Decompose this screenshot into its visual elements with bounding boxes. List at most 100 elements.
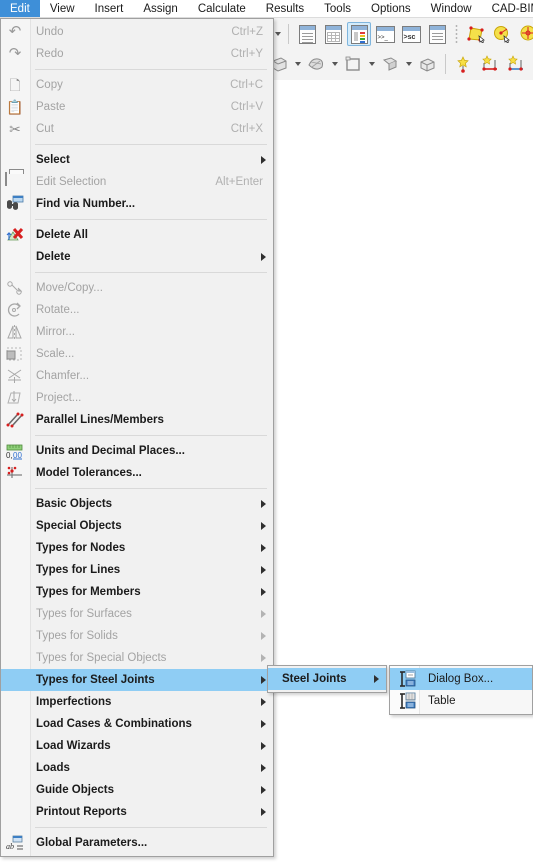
- paste-icon: 📋: [6, 99, 24, 115]
- new-member-icon[interactable]: [504, 52, 528, 76]
- menu-item-label: Mirror...: [36, 326, 75, 338]
- circle-target-icon[interactable]: [516, 22, 533, 46]
- menu-item-model-tolerances[interactable]: Model Tolerances...: [1, 462, 273, 484]
- chevron-right-icon: [261, 764, 266, 772]
- menu-item-guide-objects[interactable]: Guide Objects: [1, 779, 273, 801]
- menu-item-label: Paste: [36, 101, 66, 113]
- report-icon[interactable]: [425, 22, 449, 46]
- menu-item-types-for-members[interactable]: Types for Members: [1, 581, 273, 603]
- menu-item-types-for-surfaces[interactable]: Types for Surfaces: [1, 603, 273, 625]
- table-grid-icon[interactable]: [321, 22, 345, 46]
- menu-item-select[interactable]: Select: [1, 149, 273, 171]
- mesh-icon[interactable]: [304, 52, 328, 76]
- menu-item-chamfer[interactable]: Chamfer...: [1, 365, 273, 387]
- menu-item-parallel-lines-members[interactable]: Parallel Lines/Members: [1, 409, 273, 431]
- new-node-glyph: [457, 56, 469, 73]
- surface-rotate-icon[interactable]: [378, 52, 402, 76]
- menu-item-types-for-special-objects[interactable]: Types for Special Objects: [1, 647, 273, 669]
- menu-item-imperfections[interactable]: Imperfections: [1, 691, 273, 713]
- menubar-item-calculate[interactable]: Calculate: [188, 0, 256, 17]
- menu-item-units-and-decimal-places[interactable]: 0, 00 Units and Decimal Places...: [1, 440, 273, 462]
- chevron-right-icon: [261, 544, 266, 552]
- menu-item-label: Move/Copy...: [36, 282, 103, 294]
- mesh-dropdown-arrow[interactable]: [329, 52, 340, 76]
- table-color-icon[interactable]: [347, 22, 371, 46]
- cmd-prompt-label: >>_: [377, 34, 388, 41]
- frame-dropdown-arrow[interactable]: [366, 52, 377, 76]
- menu-item-loads[interactable]: Loads: [1, 757, 273, 779]
- menubar-label: Results: [265, 2, 305, 15]
- menubar-item-options[interactable]: Options: [361, 0, 421, 17]
- menu-item-edit-selection[interactable]: Edit Selection Alt+Enter: [1, 171, 273, 193]
- menubar-item-view[interactable]: View: [40, 0, 85, 17]
- chevron-right-icon: [261, 654, 266, 662]
- surface-rotate-glyph: [382, 57, 398, 71]
- table-list-icon[interactable]: [295, 22, 319, 46]
- command-prompt-icon[interactable]: >>_: [373, 22, 397, 46]
- menu-item-types-for-solids[interactable]: Types for Solids: [1, 625, 273, 647]
- script-sc-label: >sc: [403, 33, 416, 41]
- menu-item-delete-all[interactable]: Delete All: [1, 224, 273, 246]
- menubar-label: Assign: [143, 2, 178, 15]
- menu-item-label: Special Objects: [36, 520, 122, 532]
- menu-item-types-for-steel-joints[interactable]: Types for Steel Joints: [1, 669, 273, 691]
- frame-icon[interactable]: [341, 52, 365, 76]
- chevron-right-icon: [261, 610, 266, 618]
- menubar-label: Insert: [94, 2, 124, 15]
- menu-item-special-objects[interactable]: Special Objects: [1, 515, 273, 537]
- menubar-item-tools[interactable]: Tools: [314, 0, 361, 17]
- box-icon[interactable]: [415, 52, 439, 76]
- new-line-icon[interactable]: [478, 52, 502, 76]
- menu-item-find-via-number[interactable]: Find via Number...: [1, 193, 273, 215]
- polygon-surface-glyph: [467, 26, 485, 43]
- menubar-item-results[interactable]: Results: [256, 0, 314, 17]
- menu-item-types-for-nodes[interactable]: Types for Nodes: [1, 537, 273, 559]
- chevron-right-icon: [261, 500, 266, 508]
- menu-item-redo[interactable]: ↷ Redo Ctrl+Y: [1, 43, 273, 65]
- menu-item-undo[interactable]: ↶ Undo Ctrl+Z: [1, 21, 273, 43]
- menu-item-cut[interactable]: ✂ Cut Ctrl+X: [1, 118, 273, 140]
- toolbar-separator-2: [445, 54, 446, 74]
- menu-item-global-parameters[interactable]: ab Global Parameters...: [1, 832, 273, 854]
- box-glyph: [420, 58, 435, 72]
- surface-dropdown-arrow[interactable]: [403, 52, 414, 76]
- submenu-item-dialog-box[interactable]: Dialog Box...: [390, 668, 532, 690]
- menu-item-load-cases-combinations[interactable]: Load Cases & Combinations: [1, 713, 273, 735]
- script-sc-icon[interactable]: >sc: [399, 22, 423, 46]
- toolbar-row-2: [266, 50, 533, 78]
- application-window: >>_ >sc Edit View Insert Assign Calculat…: [0, 0, 533, 863]
- mesh-glyph: [308, 58, 323, 70]
- chevron-right-icon: [261, 742, 266, 750]
- scale-icon: [5, 345, 25, 363]
- toolbar-row-1: >>_ >sc: [272, 20, 533, 48]
- circle-select-icon[interactable]: [490, 22, 514, 46]
- submenu-item-steel-joints[interactable]: Steel Joints: [268, 668, 386, 690]
- menu-item-delete[interactable]: Delete: [1, 246, 273, 268]
- menubar-label: Tools: [324, 2, 352, 15]
- solid-dropdown-arrow[interactable]: [292, 52, 303, 76]
- menu-item-project[interactable]: Project...: [1, 387, 273, 409]
- menu-separator: [35, 435, 267, 436]
- toolbar-separator: [288, 24, 289, 44]
- menubar-item-assign[interactable]: Assign: [133, 0, 188, 17]
- menubar-item-insert[interactable]: Insert: [85, 0, 134, 17]
- polygon-surface-icon[interactable]: [464, 22, 488, 46]
- menu-item-basic-objects[interactable]: Basic Objects: [1, 493, 273, 515]
- menubar-item-edit[interactable]: Edit: [0, 0, 40, 17]
- menu-item-scale[interactable]: Scale...: [1, 343, 273, 365]
- menu-item-types-for-lines[interactable]: Types for Lines: [1, 559, 273, 581]
- menu-item-mirror[interactable]: Mirror...: [1, 321, 273, 343]
- new-node-icon[interactable]: [452, 52, 476, 76]
- menu-item-load-wizards[interactable]: Load Wizards: [1, 735, 273, 757]
- menu-item-paste[interactable]: 📋 Paste Ctrl+V: [1, 96, 273, 118]
- submenu-item-table[interactable]: Table: [390, 690, 532, 712]
- menubar-item-cad-bim[interactable]: CAD-BIM: [482, 0, 533, 17]
- menu-separator: [35, 219, 267, 220]
- menubar-item-window[interactable]: Window: [421, 0, 482, 17]
- menu-item-copy[interactable]: 🗋 Copy Ctrl+C: [1, 74, 273, 96]
- menu-item-rotate[interactable]: Rotate...: [1, 299, 273, 321]
- rotate-icon: [5, 301, 25, 319]
- menu-item-printout-reports[interactable]: Printout Reports: [1, 801, 273, 823]
- chevron-right-icon: [261, 720, 266, 728]
- menu-item-move-copy[interactable]: Move/Copy...: [1, 277, 273, 299]
